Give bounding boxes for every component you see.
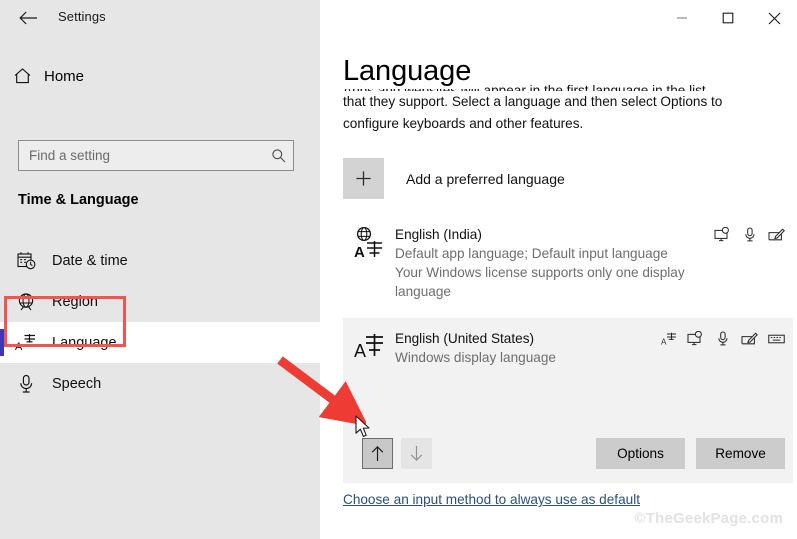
microphone-icon[interactable] — [741, 226, 758, 243]
search-box[interactable] — [18, 140, 294, 171]
microphone-icon — [0, 374, 52, 394]
sidebar-item-label: Date & time — [52, 252, 128, 269]
calendar-clock-icon — [0, 251, 52, 270]
arrow-down-icon — [410, 446, 423, 462]
language-card-english-india[interactable]: A English (India) Default app language; … — [343, 214, 793, 306]
add-preferred-language-button[interactable]: Add a preferred language — [343, 158, 565, 199]
sidebar: Home Time & Language — [0, 36, 320, 539]
plus-icon — [343, 158, 384, 199]
window-controls — [659, 0, 797, 36]
sidebar-nav-list: Date & time Region A Language Speech — [0, 240, 320, 404]
keyboard-icon[interactable] — [768, 330, 785, 347]
language-action-buttons: Options Remove — [596, 438, 785, 469]
back-arrow-icon — [18, 11, 37, 25]
microphone-icon[interactable] — [714, 330, 731, 347]
language-card-header: A English (United States) Windows displa… — [343, 318, 793, 367]
watermark: ©TheGeekPage.com — [634, 510, 783, 527]
sidebar-item-date-time[interactable]: Date & time — [0, 240, 320, 281]
title-bar-left — [0, 0, 320, 36]
language-subtitle: Windows display language — [395, 350, 556, 365]
language-glyph-icon: A — [343, 224, 395, 301]
description-line-3: configure keyboards and other features. — [343, 116, 584, 131]
options-button[interactable]: Options — [596, 438, 685, 469]
description-line-2: that they support. Select a language and… — [343, 94, 723, 109]
back-button[interactable] — [10, 5, 46, 31]
svg-text:A: A — [661, 337, 667, 346]
language-feature-icons: A — [660, 330, 785, 347]
globe-icon — [0, 292, 52, 311]
language-glyph-icon: A — [343, 328, 395, 367]
display-icon[interactable] — [714, 226, 731, 243]
language-icon: A — [0, 333, 52, 353]
handwriting-icon[interactable] — [768, 226, 785, 243]
sidebar-item-speech[interactable]: Speech — [0, 363, 320, 404]
window-title: Settings — [58, 9, 106, 24]
language-pack-icon[interactable]: A — [660, 330, 677, 347]
reorder-buttons — [362, 438, 432, 469]
sidebar-item-language[interactable]: A Language — [0, 322, 320, 363]
move-down-button[interactable] — [401, 438, 432, 469]
language-feature-icons — [714, 226, 785, 243]
sidebar-item-region[interactable]: Region — [0, 281, 320, 322]
search-input[interactable] — [19, 148, 263, 163]
sidebar-item-label: Speech — [52, 375, 102, 392]
settings-window: Settings Home Find a setting Time & Lang… — [0, 0, 797, 539]
sidebar-home-label: Home — [44, 67, 85, 85]
home-icon — [0, 67, 44, 85]
handwriting-icon[interactable] — [741, 330, 758, 347]
maximize-button[interactable] — [705, 0, 751, 36]
arrow-up-icon — [371, 445, 384, 461]
add-language-label: Add a preferred language — [406, 170, 565, 187]
display-icon[interactable] — [687, 330, 704, 347]
svg-text:A: A — [354, 244, 365, 260]
svg-text:A: A — [354, 341, 366, 361]
page-title: Language — [343, 53, 486, 89]
language-card-english-united-states[interactable]: A English (United States) Windows displa… — [343, 318, 793, 483]
language-subtitle: Default app language; Default input lang… — [395, 246, 668, 261]
svg-text:A: A — [15, 341, 23, 353]
sidebar-section-title: Time & Language — [18, 192, 139, 208]
default-input-method-link[interactable]: Choose an input method to always use as … — [343, 492, 640, 507]
close-button[interactable] — [751, 0, 797, 36]
language-subtitle: language — [395, 284, 451, 299]
sidebar-item-label: Language — [52, 334, 117, 351]
close-icon — [768, 12, 780, 24]
minimize-icon — [677, 17, 687, 19]
content-pane: Language Apps and websites will appear i… — [320, 36, 797, 539]
search-icon[interactable] — [263, 141, 293, 170]
sidebar-item-home[interactable]: Home — [0, 58, 300, 94]
title-bar: Settings — [0, 0, 797, 36]
sidebar-item-label: Region — [52, 293, 98, 310]
language-card-header: A English (India) Default app language; … — [343, 214, 793, 301]
language-card-actions: Options Remove — [343, 438, 793, 469]
remove-button[interactable]: Remove — [696, 438, 785, 469]
move-up-button[interactable] — [362, 438, 393, 469]
language-subtitle: Your Windows license supports only one d… — [395, 265, 685, 280]
minimize-button[interactable] — [659, 0, 705, 36]
maximize-icon — [722, 12, 734, 24]
